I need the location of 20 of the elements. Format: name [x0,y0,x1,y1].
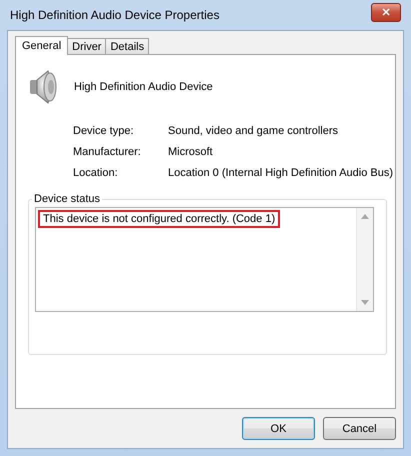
property-label: Manufacturer: [73,146,142,158]
dialog-button[interactable]: OK [242,417,315,440]
scrollbar[interactable] [356,208,373,311]
status-message: This device is not configured correctly. (Code 1) [38,210,280,228]
scroll-down-icon[interactable] [361,300,369,305]
property-value: Sound, video and game controllers [168,125,339,137]
property-label: Device type: [73,125,135,137]
tab[interactable]: Details [105,38,150,54]
status-text-area[interactable]: This device is not configured correctly. (Code 1) [35,207,374,312]
tab[interactable]: General [15,36,68,55]
dialog-button[interactable]: Cancel [323,417,396,440]
close-button[interactable]: ✕ [371,2,401,22]
scroll-up-icon[interactable] [361,214,369,219]
window-title: High Definition Audio Device Properties [10,8,220,22]
group-title: Device status [33,193,102,205]
property-value: Microsoft [168,146,214,158]
device-name: High Definition Audio Device [74,81,213,93]
property-value: Location 0 (Internal High Definition Audio Bus) [168,167,394,179]
property-label: Location: [73,167,119,179]
tab[interactable]: Driver [67,38,106,54]
